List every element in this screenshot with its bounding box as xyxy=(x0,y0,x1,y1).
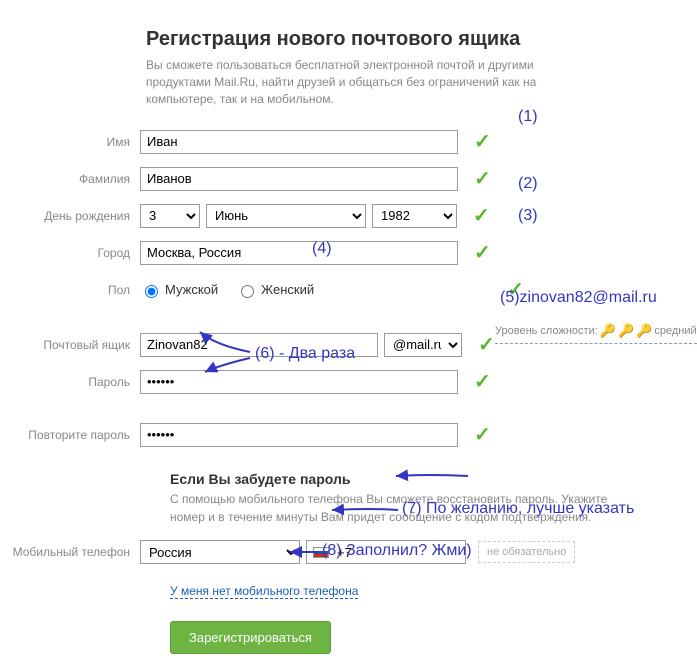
label-firstname: Имя xyxy=(10,135,140,149)
strength-label: Уровень сложности: xyxy=(495,325,598,337)
strength-value: средний xyxy=(654,325,696,337)
radio-male-label: Мужской xyxy=(165,282,218,297)
check-icon: ✓ xyxy=(474,166,491,191)
select-country[interactable]: Россия xyxy=(140,540,300,564)
label-mailbox: Почтовый ящик xyxy=(10,338,140,352)
label-gender: Пол xyxy=(10,283,140,297)
label-phone: Мобильный телефон xyxy=(0,545,140,559)
radio-female[interactable] xyxy=(241,285,254,298)
input-lastname[interactable] xyxy=(140,167,458,191)
key-icon: 🔑 xyxy=(618,323,634,339)
check-icon: ✓ xyxy=(474,369,491,394)
password-strength: Уровень сложности: 🔑 🔑 🔑 средний xyxy=(495,321,697,344)
input-phone[interactable] xyxy=(335,542,455,562)
label-password-confirm: Повторите пароль xyxy=(0,428,140,442)
input-password[interactable] xyxy=(140,370,458,394)
select-day[interactable]: 3 xyxy=(140,204,200,228)
label-birthday: День рождения xyxy=(10,209,140,223)
radio-male[interactable] xyxy=(145,285,158,298)
forgot-text: С помощью мобильного телефона Вы сможете… xyxy=(170,491,610,526)
row-password-confirm: Повторите пароль ✓ xyxy=(10,422,687,447)
label-lastname: Фамилия xyxy=(10,172,140,186)
optional-badge: не обязательно xyxy=(478,541,575,563)
check-icon: ✓ xyxy=(474,422,491,447)
check-icon: ✓ xyxy=(473,203,490,228)
input-mailbox[interactable] xyxy=(140,333,378,357)
key-icon: 🔑 xyxy=(600,323,616,339)
row-password: Пароль ✓ xyxy=(10,369,687,394)
forgot-section: Если Вы забудете пароль С помощью мобиль… xyxy=(170,471,687,526)
check-icon: ✓ xyxy=(478,332,495,357)
row-phone: Мобильный телефон Россия не обязательно xyxy=(10,540,687,564)
select-year[interactable]: 1982 xyxy=(372,204,457,228)
check-icon: ✓ xyxy=(474,240,491,265)
label-password: Пароль xyxy=(10,375,140,389)
forgot-title: Если Вы забудете пароль xyxy=(170,471,687,487)
submit-button[interactable]: Зарегистрироваться xyxy=(170,621,331,654)
check-icon: ✓ xyxy=(474,129,491,154)
check-icon: ✓ xyxy=(507,277,524,302)
label-city: Город xyxy=(10,246,140,260)
input-password-confirm[interactable] xyxy=(140,423,458,447)
select-domain[interactable]: @mail.ru xyxy=(384,333,462,357)
row-city: Город ✓ xyxy=(10,240,687,265)
input-city[interactable] xyxy=(140,241,458,265)
page-title: Регистрация нового почтового ящика xyxy=(146,28,687,51)
no-phone-link[interactable]: У меня нет мобильного телефона xyxy=(170,584,358,599)
select-month[interactable]: Июнь xyxy=(206,204,366,228)
row-lastname: Фамилия ✓ xyxy=(10,166,687,191)
row-gender: Пол Мужской Женский ✓ xyxy=(10,277,687,302)
row-birthday: День рождения 3 Июнь 1982 ✓ xyxy=(10,203,687,228)
flag-icon xyxy=(313,547,329,558)
phone-code-wrap[interactable] xyxy=(306,540,466,564)
intro-text: Вы сможете пользоваться бесплатной элект… xyxy=(146,57,576,107)
radio-female-label: Женский xyxy=(261,282,314,297)
row-firstname: Имя ✓ xyxy=(10,129,687,154)
input-firstname[interactable] xyxy=(140,130,458,154)
key-icon: 🔑 xyxy=(636,323,652,339)
